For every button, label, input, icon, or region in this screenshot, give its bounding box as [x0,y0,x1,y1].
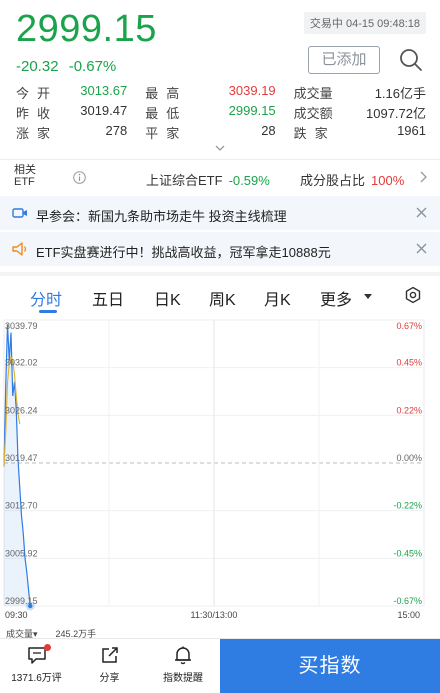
search-icon[interactable] [398,47,424,73]
banner-text: 早参会：新国九条助市场走牛 投资主线梳理 [36,209,287,224]
active-tab-indicator [39,310,57,313]
change-amount: -20.32 [16,58,59,75]
stat-value: 278 [105,122,128,138]
tab-monthly-k[interactable]: 月K [264,286,291,310]
intraday-chart-svg[interactable]: 3039.79 0.67% 3032.02 0.45% 3026.24 0.22% 3019… [0,316,440,638]
x-axis-label: 11:30/13:00 [191,610,238,620]
stats-grid: 今开 3013.67 最高 3039.19 成交量 1.16亿手昨收 3019.47 最低 29… [16,82,426,142]
tab-daily-k[interactable]: 日K [154,286,181,310]
stat-label: 昨收 [16,105,59,121]
stat-label: 涨家 [16,125,59,141]
tab-five-day[interactable]: 五日 [92,286,124,310]
stat-cell: 最高 3039.19 [145,83,275,102]
bell-icon [175,646,191,665]
banner-text: ETF实盘赛进行中！挑战高收益，冠军拿走10888元 [36,245,331,260]
stat-label: 成交量 [293,85,333,101]
share-label: 分享 [99,673,120,684]
y-axis-label-right: 0.22% [396,405,422,415]
index-alert-button[interactable]: 指数提醒 [146,639,220,693]
trading-status: 交易中 04-15 09:48:18 [303,12,426,34]
stat-label: 最高 [145,85,188,101]
x-axis-label: 15:00 [397,610,420,620]
stat-cell: 最低 2999.15 [145,103,275,122]
etf-index: 上证综合ETF -0.59% [146,173,270,188]
caret-down-icon[interactable] [364,294,372,299]
close-icon[interactable] [416,207,427,218]
stat-value: 3039.19 [228,82,276,98]
bottom-bar: 1371.6万评 分享 指数提醒 买指数 [0,638,440,693]
current-price: 2999.15 [16,8,157,50]
stat-value: 28 [261,122,276,138]
y-axis-label-left: 3039.79 [5,321,38,331]
stat-cell: 成交额 1097.72亿 [294,103,426,122]
stat-value: 1961 [397,122,426,138]
index-alert-label: 指数提醒 [163,673,203,684]
stat-cell: 平家 28 [145,123,275,142]
stats-row: 昨收 3019.47 最低 2999.15 成交额 1097.72亿 [16,102,426,122]
speaker-icon [12,242,27,256]
tab-weekly-k[interactable]: 周K [209,286,236,310]
intraday-chart[interactable]: 3039.79 0.67% 3032.02 0.45% 3026.24 0.22% 3019… [0,316,440,638]
tab-more[interactable]: 更多 [320,286,352,310]
stat-cell: 昨收 3019.47 [16,103,127,122]
stat-label: 跌家 [293,125,336,141]
stat-cell: 跌家 1961 [294,123,426,142]
stat-value: 1097.72亿 [366,105,426,121]
stat-value: 3019.47 [80,102,128,118]
share-button[interactable]: 分享 [73,639,146,693]
banner-etf-contest[interactable]: ETF实盘赛进行中！挑战高收益，冠军拿走10888元 [0,232,440,266]
y-axis-label-left: 3005.92 [5,548,38,558]
stats-row: 涨家 278 平家 28 跌家 1961 [16,122,426,142]
etf-component-ratio: 成分股占比 100% [300,173,405,188]
y-axis-label-right: 0.45% [396,358,422,368]
y-axis-label-right: -0.45% [393,548,422,558]
stat-cell: 今开 3013.67 [16,83,127,102]
share-icon [101,647,118,663]
stat-value: 2999.15 [228,102,276,118]
y-axis-label-left: 2999.15 [5,596,38,606]
y-axis-label-right: 0.00% [396,453,422,463]
comments-count: 1371.6万评 [11,673,62,684]
stat-label: 成交额 [293,105,333,121]
info-icon[interactable] [73,171,86,184]
notification-dot [44,644,51,651]
y-axis-label-right: -0.67% [393,596,422,606]
y-axis-label-left: 3019.47 [5,453,38,463]
price-change: -20.32 -0.67% [16,58,122,75]
tab-intraday[interactable]: 分时 [30,286,62,310]
x-axis-label: 09:30 [5,610,28,620]
change-percent: -0.67% [68,58,117,75]
stat-cell: 涨家 278 [16,123,127,142]
stat-label: 平家 [145,125,188,141]
y-axis-label-left: 3012.70 [5,501,38,511]
settings-icon[interactable] [404,286,422,304]
y-axis-label-right: 0.67% [396,321,422,331]
stat-cell: 成交量 1.16亿手 [294,83,426,102]
video-icon [12,208,27,218]
stat-value: 3013.67 [80,82,128,98]
buy-index-button[interactable]: 买指数 [220,639,440,693]
chart-tabs: 分时 五日 日K 周K 月K 更多 [0,276,440,316]
stat-label: 今开 [16,85,59,101]
chevron-down-icon[interactable] [215,144,225,152]
stat-value: 1.16亿手 [374,85,426,101]
related-etf-label: 相关 ETF [14,164,36,188]
stat-label: 最低 [145,105,188,121]
close-icon[interactable] [416,243,427,254]
related-etf-row[interactable]: 相关 ETF 上证综合ETF -0.59% 成分股占比 100% [0,160,440,194]
stats-row: 今开 3013.67 最高 3039.19 成交量 1.16亿手 [16,82,426,102]
y-axis-label-left: 3026.24 [5,405,38,415]
comments-button[interactable]: 1371.6万评 [0,639,73,693]
chevron-right-icon[interactable] [419,171,427,183]
y-axis-label-right: -0.22% [393,501,422,511]
added-watchlist-button[interactable]: 已添加 [308,46,380,74]
quote-header: 2999.15 -20.32 -0.67% 交易中 04-15 09:48:18… [0,0,440,158]
y-axis-label-left: 3032.02 [5,358,38,368]
banner-morning-meeting[interactable]: 早参会：新国九条助市场走牛 投资主线梳理 [0,196,440,230]
